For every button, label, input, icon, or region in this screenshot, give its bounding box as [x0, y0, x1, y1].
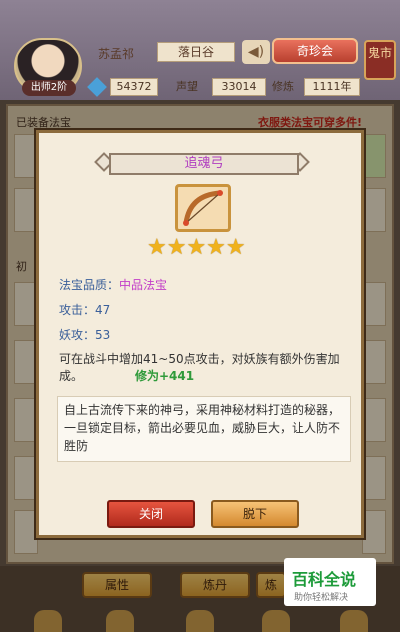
demon-attack-label: 妖攻： [59, 328, 96, 342]
attack-label: 攻击： [59, 303, 96, 317]
unequip-button[interactable]: 脱下 [211, 500, 299, 528]
bow-icon [183, 190, 223, 226]
attack-row: 攻击：47 [59, 301, 110, 318]
treasure-auction-button[interactable]: 奇珍会 [272, 38, 358, 64]
star-rating: ★★★★★ [147, 235, 246, 260]
prestige-value: 33014 [212, 78, 266, 96]
stage-badge: 出师2阶 [22, 80, 76, 96]
cultivation-bonus: 修为+441 [135, 369, 195, 383]
quality-label: 法宝品质： [59, 278, 120, 292]
item-description: 自上古流传下来的神弓，采用神秘材料打造的秘器，一旦锁定目标，箭出必要见血，威胁巨… [57, 396, 351, 462]
item-title: 追魂弓 [109, 153, 299, 175]
watermark-logo: 百科全说 助你轻松解决 [284, 558, 376, 606]
sound-icon[interactable]: ◀) [242, 40, 270, 64]
player-name: 苏孟祁 [98, 47, 135, 61]
watermark-subtitle: 助你轻松解决 [294, 593, 349, 603]
close-button[interactable]: 关闭 [107, 500, 195, 528]
quality-row: 法宝品质：中品法宝 [59, 276, 167, 293]
cultivation-label: 修炼 [272, 80, 294, 93]
location-display: 落日谷 [157, 42, 235, 62]
quality-value: 中品法宝 [119, 278, 168, 292]
item-icon-frame [175, 184, 231, 232]
cultivation-value: 1111年 [304, 78, 360, 96]
prestige-label: 声望 [176, 80, 198, 93]
demon-attack-value: 53 [95, 328, 111, 342]
attack-value: 47 [95, 303, 111, 317]
demon-attack-row: 妖攻：53 [59, 326, 110, 343]
watermark-title: 百科全说 [292, 570, 357, 589]
ghost-market-button[interactable]: 鬼市 [364, 40, 396, 80]
effect-text: 可在战斗中增加41~50点攻击，对妖族有额外伤害加成。 [59, 352, 340, 383]
item-detail-dialog: 追魂弓 ★★★★★ 法宝品质：中品法宝 攻击：47 妖攻：53 可在战斗中增加4… [36, 130, 364, 538]
currency-value: 54372 [110, 78, 158, 96]
